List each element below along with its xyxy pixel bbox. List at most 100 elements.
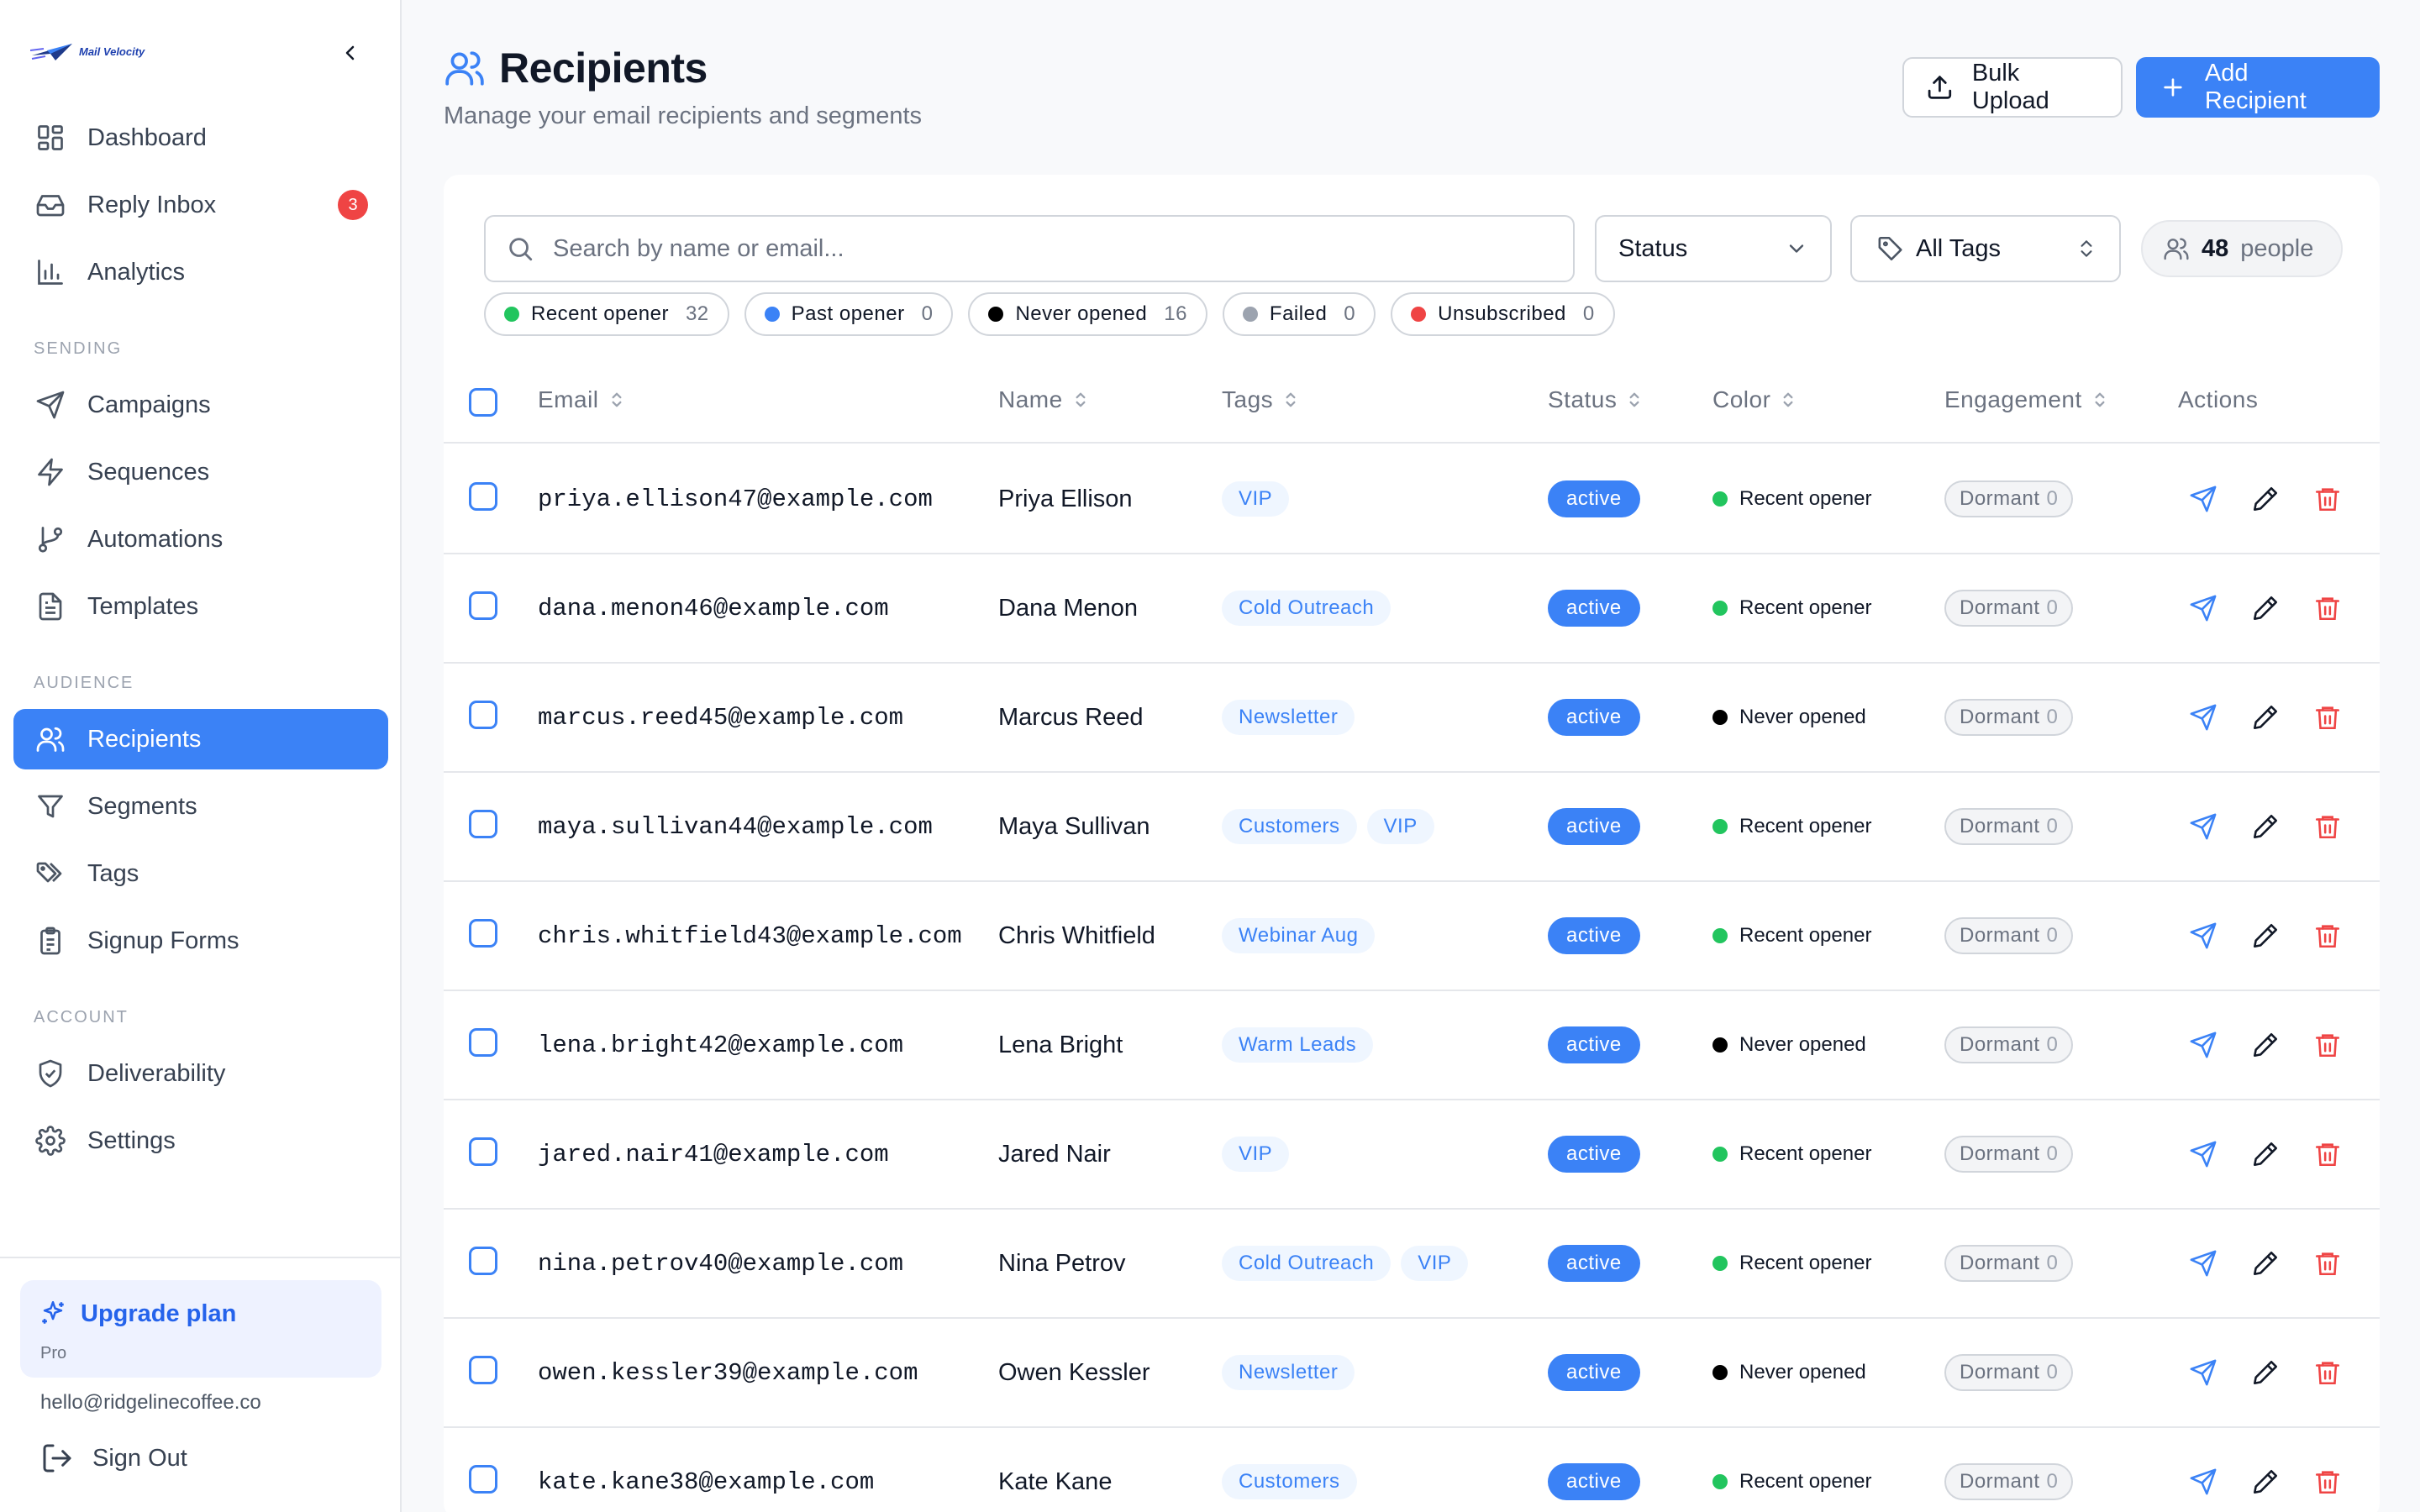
recipient-tags: Cold Outreach VIP: [1222, 1210, 1469, 1317]
row-checkbox[interactable]: [469, 591, 497, 620]
row-checkbox[interactable]: [469, 1356, 497, 1384]
status-dot: [1712, 491, 1728, 507]
select-all-checkbox[interactable]: [469, 388, 497, 417]
edit-pencil-icon[interactable]: [2250, 1357, 2281, 1388]
send-icon[interactable]: [2188, 921, 2218, 951]
delete-trash-icon[interactable]: [2312, 1030, 2343, 1060]
table-row[interactable]: owen.kessler39@example.com Owen Kessler …: [444, 1319, 2380, 1428]
sidebar-item-settings[interactable]: Settings: [13, 1110, 388, 1171]
edit-pencil-icon[interactable]: [2250, 1467, 2281, 1497]
delete-trash-icon[interactable]: [2312, 484, 2343, 514]
send-icon[interactable]: [2188, 484, 2218, 514]
row-checkbox[interactable]: [469, 1465, 497, 1494]
recipient-engagement: Dormant 0: [1944, 1100, 2074, 1208]
sidebar-item-sequences[interactable]: Sequences: [13, 442, 388, 502]
edit-pencil-icon[interactable]: [2250, 1248, 2281, 1278]
recipient-engagement: Dormant 0: [1944, 773, 2074, 880]
delete-trash-icon[interactable]: [2312, 811, 2343, 842]
column-header-color[interactable]: Color: [1712, 386, 1796, 413]
sidebar-item-recipients[interactable]: Recipients: [13, 709, 388, 769]
sidebar-item-signup-forms[interactable]: Signup Forms: [13, 911, 388, 971]
column-header-status[interactable]: Status: [1548, 386, 1642, 413]
delete-trash-icon[interactable]: [2312, 1139, 2343, 1169]
send-icon[interactable]: [2188, 1248, 2218, 1278]
column-header-name[interactable]: Name: [998, 386, 1088, 413]
status-filter-select[interactable]: Status: [1595, 215, 1832, 282]
delete-trash-icon[interactable]: [2312, 1248, 2343, 1278]
table-row[interactable]: jared.nair41@example.com Jared Nair VIP …: [444, 1100, 2380, 1210]
row-checkbox[interactable]: [469, 810, 497, 838]
add-recipient-button[interactable]: Add Recipient: [2136, 57, 2380, 118]
sidebar-item-deliverability[interactable]: Deliverability: [13, 1043, 388, 1104]
row-checkbox[interactable]: [469, 701, 497, 729]
table-row[interactable]: kate.kane38@example.com Kate Kane Custom…: [444, 1428, 2380, 1512]
sidebar-item-label: Deliverability: [87, 1059, 226, 1087]
send-icon[interactable]: [2188, 1030, 2218, 1060]
search-input[interactable]: [553, 234, 1477, 263]
column-header-engagement[interactable]: Engagement: [1944, 386, 2107, 413]
sidebar-item-campaigns[interactable]: Campaigns: [13, 375, 388, 435]
chip-past-opener[interactable]: Past opener 0: [744, 292, 954, 336]
row-checkbox[interactable]: [469, 1247, 497, 1275]
delete-trash-icon[interactable]: [2312, 593, 2343, 623]
edit-pencil-icon[interactable]: [2250, 811, 2281, 842]
delete-trash-icon[interactable]: [2312, 702, 2343, 732]
send-icon[interactable]: [2188, 593, 2218, 623]
delete-trash-icon[interactable]: [2312, 1467, 2343, 1497]
bulk-upload-button[interactable]: Bulk Upload: [1902, 57, 2123, 118]
edit-pencil-icon[interactable]: [2250, 921, 2281, 951]
table-row[interactable]: dana.menon46@example.com Dana Menon Cold…: [444, 554, 2380, 664]
recipient-color: Never opened: [1712, 1319, 1866, 1426]
color-label: Recent opener: [1739, 487, 1872, 510]
sidebar-item-automations[interactable]: Automations: [13, 509, 388, 570]
upgrade-plan-card[interactable]: Upgrade plan Pro: [20, 1280, 381, 1378]
collapse-sidebar-button[interactable]: [336, 39, 365, 67]
table-row[interactable]: marcus.reed45@example.com Marcus Reed Ne…: [444, 664, 2380, 773]
send-icon[interactable]: [2188, 702, 2218, 732]
sign-out-button[interactable]: Sign Out: [40, 1441, 187, 1475]
app-logo[interactable]: Mail Velocity: [30, 39, 145, 64]
row-checkbox[interactable]: [469, 1028, 497, 1057]
engagement-label: Dormant: [1960, 1470, 2040, 1493]
sort-icon: [612, 392, 622, 407]
sidebar-item-segments[interactable]: Segments: [13, 776, 388, 837]
column-header-email[interactable]: Email: [538, 386, 624, 413]
table-row[interactable]: maya.sullivan44@example.com Maya Sulliva…: [444, 773, 2380, 882]
edit-pencil-icon[interactable]: [2250, 593, 2281, 623]
edit-pencil-icon[interactable]: [2250, 1139, 2281, 1169]
delete-trash-icon[interactable]: [2312, 921, 2343, 951]
send-icon[interactable]: [2188, 811, 2218, 842]
engagement-label: Dormant: [1960, 924, 2040, 947]
row-checkbox[interactable]: [469, 1137, 497, 1166]
recipient-email: jared.nair41@example.com: [538, 1140, 889, 1168]
table-row[interactable]: chris.whitfield43@example.com Chris Whit…: [444, 882, 2380, 991]
sidebar-item-reply-inbox[interactable]: Reply Inbox 3: [13, 175, 388, 235]
sidebar-item-analytics[interactable]: Analytics: [13, 242, 388, 302]
send-icon[interactable]: [2188, 1357, 2218, 1388]
row-checkbox[interactable]: [469, 919, 497, 948]
delete-trash-icon[interactable]: [2312, 1357, 2343, 1388]
send-icon[interactable]: [2188, 1467, 2218, 1497]
chip-failed[interactable]: Failed 0: [1222, 292, 1376, 336]
edit-pencil-icon[interactable]: [2250, 1030, 2281, 1060]
plus-icon: [2164, 78, 2182, 97]
current-plan-label: Pro: [40, 1344, 67, 1362]
chip-never-opened[interactable]: Never opened 16: [968, 292, 1207, 336]
edit-pencil-icon[interactable]: [2250, 484, 2281, 514]
edit-pencil-icon[interactable]: [2250, 702, 2281, 732]
inbox-icon: [34, 188, 67, 222]
table-row[interactable]: lena.bright42@example.com Lena Bright Wa…: [444, 991, 2380, 1100]
table-row[interactable]: nina.petrov40@example.com Nina Petrov Co…: [444, 1210, 2380, 1319]
chip-recent-opener[interactable]: Recent opener 32: [484, 292, 729, 336]
chip-unsubscribed[interactable]: Unsubscribed 0: [1391, 292, 1615, 336]
tags-filter-select[interactable]: All Tags: [1850, 215, 2121, 282]
column-header-tags[interactable]: Tags: [1222, 386, 1298, 413]
sidebar-item-tags[interactable]: Tags: [13, 843, 388, 904]
sidebar-item-templates[interactable]: Templates: [13, 576, 388, 637]
sidebar-item-dashboard[interactable]: Dashboard: [13, 108, 388, 168]
row-checkbox[interactable]: [469, 482, 497, 511]
send-icon[interactable]: [2188, 1139, 2218, 1169]
search-box[interactable]: [484, 215, 1575, 282]
recipient-status: active: [1548, 664, 1640, 771]
table-row[interactable]: priya.ellison47@example.com Priya Elliso…: [444, 445, 2380, 554]
